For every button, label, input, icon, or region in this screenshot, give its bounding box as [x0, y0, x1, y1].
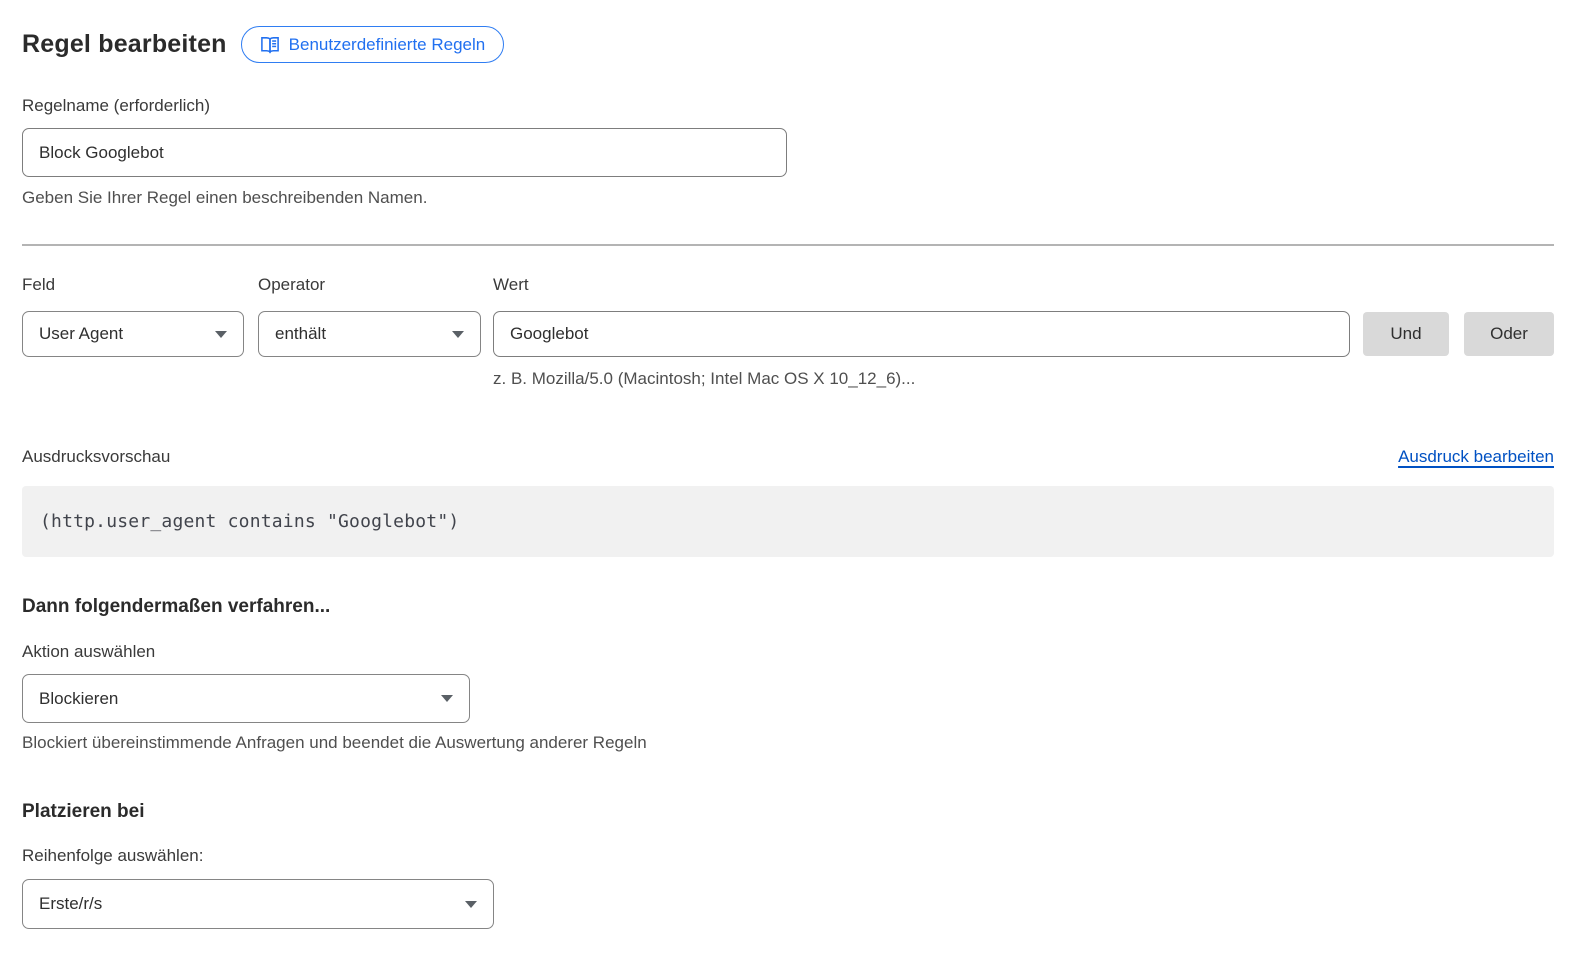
rule-name-input[interactable]: [22, 128, 787, 177]
action-helper: Blockiert übereinstimmende Anfragen und …: [22, 733, 1554, 753]
rule-name-group: Regelname (erforderlich) Geben Sie Ihrer…: [22, 96, 1554, 208]
order-select-value: Erste/r/s: [39, 894, 102, 914]
custom-rules-badge-label: Benutzerdefinierte Regeln: [289, 35, 486, 55]
field-select[interactable]: User Agent: [22, 311, 244, 357]
expression-code: (http.user_agent contains "Googlebot"): [40, 511, 459, 532]
action-section-heading: Dann folgendermaßen verfahren...: [22, 596, 1554, 618]
chevron-down-icon: [465, 901, 477, 908]
action-select[interactable]: Blockieren: [22, 674, 470, 723]
chevron-down-icon: [452, 331, 464, 338]
placement-section-heading: Platzieren bei: [22, 801, 1554, 823]
chevron-down-icon: [215, 331, 227, 338]
action-label: Aktion auswählen: [22, 642, 1554, 662]
expression-preview-label: Ausdrucksvorschau: [22, 447, 170, 467]
rule-name-helper: Geben Sie Ihrer Regel einen beschreibend…: [22, 188, 1554, 208]
value-input[interactable]: [493, 311, 1350, 357]
custom-rules-badge[interactable]: Benutzerdefinierte Regeln: [241, 26, 505, 63]
section-divider: [22, 244, 1554, 246]
edit-expression-link[interactable]: Ausdruck bearbeiten: [1398, 447, 1554, 467]
value-helper: z. B. Mozilla/5.0 (Macintosh; Intel Mac …: [493, 369, 1350, 389]
field-column: Feld User Agent: [22, 275, 244, 357]
order-label: Reihenfolge auswählen:: [22, 846, 1554, 866]
operator-column: Operator enthält: [258, 275, 481, 357]
order-select[interactable]: Erste/r/s: [22, 879, 494, 929]
field-label: Feld: [22, 275, 244, 295]
chevron-down-icon: [441, 695, 453, 702]
or-button[interactable]: Oder: [1464, 312, 1554, 356]
value-column: Wert z. B. Mozilla/5.0 (Macintosh; Intel…: [493, 275, 1350, 389]
and-button[interactable]: Und: [1363, 312, 1449, 356]
operator-select[interactable]: enthält: [258, 311, 481, 357]
value-label: Wert: [493, 275, 1350, 295]
operator-label: Operator: [258, 275, 481, 295]
action-select-value: Blockieren: [39, 689, 118, 709]
field-select-value: User Agent: [39, 324, 123, 344]
page-title: Regel bearbeiten: [22, 30, 227, 59]
page-header: Regel bearbeiten Benutzerdefinierte Rege…: [22, 26, 1554, 63]
expression-preview-box: (http.user_agent contains "Googlebot"): [22, 486, 1554, 557]
operator-select-value: enthält: [275, 324, 326, 344]
open-book-icon: [260, 36, 280, 54]
edit-rule-page: Regel bearbeiten Benutzerdefinierte Rege…: [0, 0, 1570, 929]
rule-name-label: Regelname (erforderlich): [22, 96, 1554, 116]
condition-row: Feld User Agent Operator enthält Wert z.…: [22, 275, 1554, 389]
expression-header: Ausdrucksvorschau Ausdruck bearbeiten: [22, 447, 1554, 467]
